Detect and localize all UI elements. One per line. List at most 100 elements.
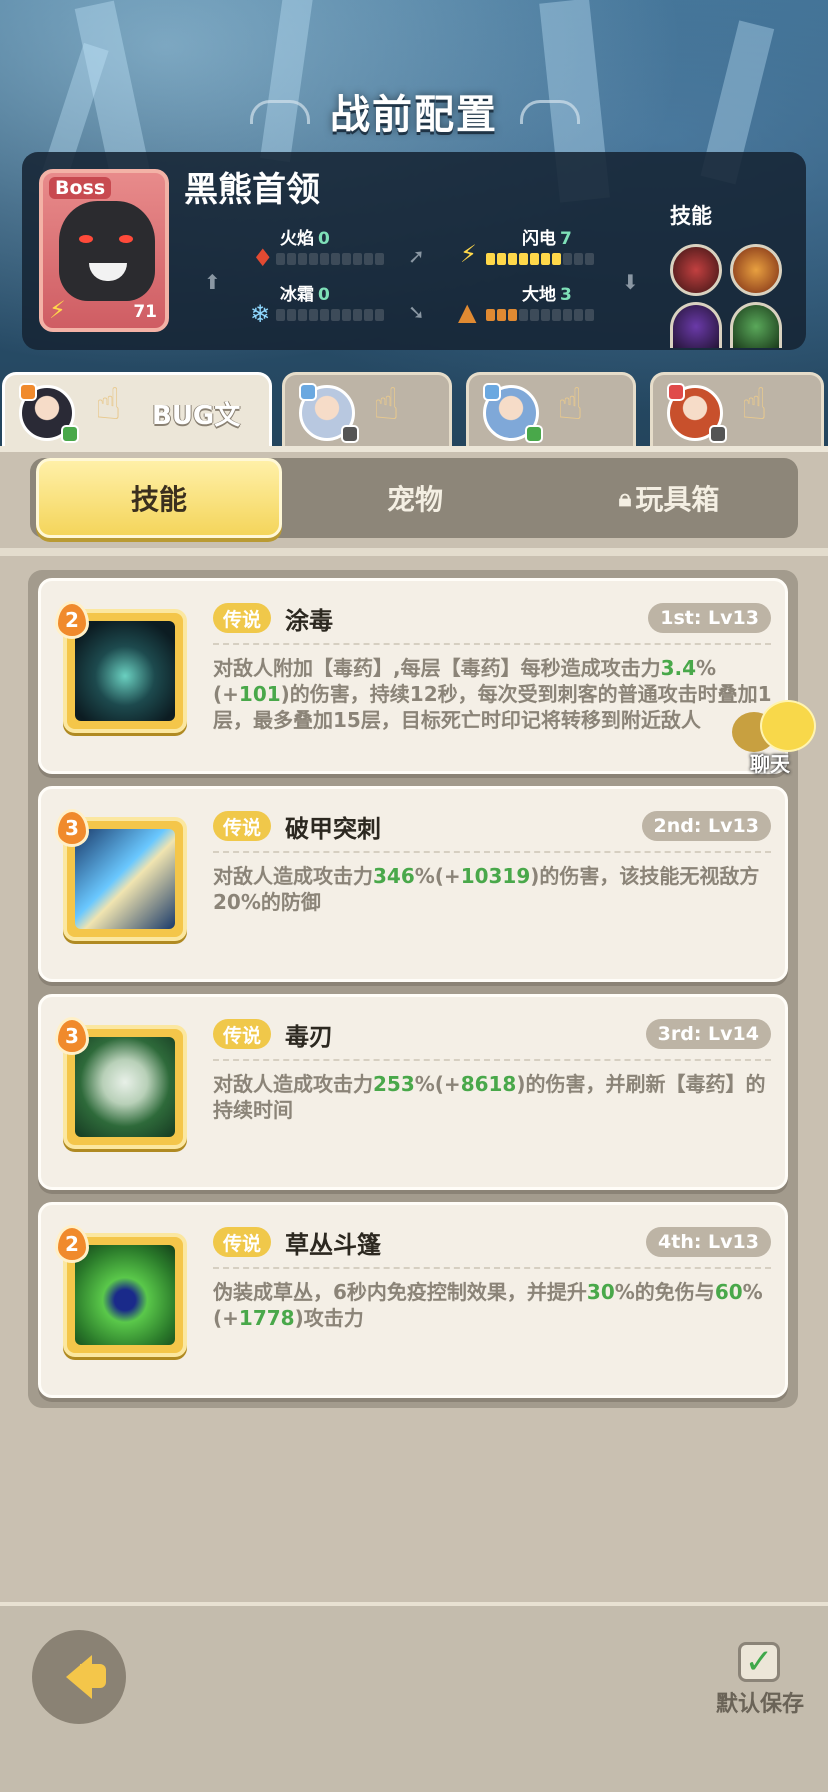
boss-skill-icon[interactable] (730, 302, 782, 348)
level-segment (486, 253, 495, 265)
lightning-label: 闪电 7 (522, 229, 572, 249)
divider (0, 548, 828, 556)
class-badge-icon (19, 383, 37, 401)
level-segment (342, 309, 351, 321)
fire-icon: ♦ (252, 244, 274, 272)
tab-pets[interactable]: 宠物 (292, 458, 538, 538)
level-segment (497, 309, 506, 321)
skill-slot-badge: 4th: Lv13 (646, 1227, 771, 1257)
level-segment (276, 309, 285, 321)
character-tab-2[interactable]: ☝ (282, 372, 452, 446)
armor-pierce-icon (75, 829, 175, 929)
status-badge-icon (709, 425, 727, 443)
boss-skill-icon[interactable] (730, 244, 782, 296)
tab-toybox[interactable]: 🔒︎ 玩具箱 (546, 458, 792, 538)
tap-hand-icon: ☝ (95, 379, 122, 430)
level-segment (364, 309, 373, 321)
level-segment (508, 309, 517, 321)
boss-info-panel: Boss ⚡ 71 黑熊首领 火焰 0 ♦ 闪电 7 ⚡ 冰霜 0 ❄ 大地 3 ▲ ➚… (22, 152, 806, 350)
skill-card[interactable]: 2 传说 涂毒 1st: Lv13 对敌人附加【毒药】,每层【毒药】每秒造成攻击… (38, 578, 788, 774)
boss-portrait-card[interactable]: Boss ⚡ 71 (39, 169, 169, 332)
skill-name: 破甲突刺 (285, 815, 381, 843)
rarity-badge: 传说 (213, 603, 272, 633)
level-segment (486, 309, 495, 321)
character-name: BUG文 (152, 401, 241, 431)
level-segment (353, 309, 362, 321)
rarity-badge: 传说 (213, 1019, 272, 1049)
level-segment (530, 253, 539, 265)
highlight-value: 3.4 (660, 656, 697, 680)
level-segment (585, 253, 594, 265)
skill-description: 对敌人附加【毒药】,每层【毒药】每秒造成攻击力3.4%(+101)的伤害，持续1… (213, 656, 772, 732)
frost-label: 冰霜 0 (280, 285, 330, 305)
skill-card[interactable]: 3 传说 毒刃 3rd: Lv14 对敌人造成攻击力253%(+8618)的伤害… (38, 994, 788, 1190)
status-badge-icon (341, 425, 359, 443)
boss-skill-icon[interactable] (670, 302, 722, 348)
character-tab-1[interactable]: ☝ BUG文 (2, 372, 272, 446)
skill-description: 伪装成草丛，6秒内免疫控制效果，并提升30%的免伤与60%(+1778)攻击力 (213, 1280, 763, 1330)
skill-card[interactable]: 3 传说 破甲突刺 2nd: Lv13 对敌人造成攻击力346%(+10319)… (38, 786, 788, 982)
level-segment (508, 253, 517, 265)
level-segment (574, 253, 583, 265)
poison-blade-skull-icon (75, 1037, 175, 1137)
default-save-label[interactable]: 默认保存 (716, 1686, 804, 1718)
level-segment (375, 309, 384, 321)
highlight-value: 1778 (238, 1306, 295, 1330)
rarity-badge: 传说 (213, 1227, 272, 1257)
earth-bar (486, 309, 594, 321)
back-button[interactable] (32, 1630, 126, 1724)
level-segment (287, 253, 296, 265)
skill-rank-badge: 3 (55, 1017, 89, 1055)
highlight-value: 10319 (460, 864, 531, 888)
checkmark-icon[interactable]: ✓ (738, 1642, 780, 1682)
skill-name: 涂毒 (285, 607, 333, 635)
frost-icon: ❄ (250, 300, 271, 328)
skill-rank-badge: 3 (55, 809, 89, 847)
highlight-value: 30 (586, 1280, 615, 1304)
skill-rank-badge: 2 (55, 601, 89, 639)
skill-name: 草丛斗篷 (285, 1231, 381, 1259)
level-segment (276, 253, 285, 265)
level-segment (563, 309, 572, 321)
character-tab-4[interactable]: ☝ (650, 372, 824, 446)
class-badge-icon (299, 383, 317, 401)
level-segment (298, 253, 307, 265)
skill-card[interactable]: 2 传说 草丛斗篷 4th: Lv13 伪装成草丛，6秒内免疫控制效果，并提升3… (38, 1202, 788, 1398)
earth-icon: ▲ (458, 298, 477, 326)
boss-tag: Boss (49, 177, 112, 199)
lightning-icon: ⚡ (49, 296, 66, 324)
frost-bar (276, 309, 384, 321)
level-segment (585, 309, 594, 321)
boss-level: 71 (133, 302, 157, 322)
tab-toybox-label: 玩具箱 (635, 483, 720, 516)
level-segment (574, 309, 583, 321)
skill-description: 对敌人造成攻击力346%(+10319)的伤害，该技能无视敌方20%的防御 (213, 864, 760, 914)
skill-description: 对敌人造成攻击力253%(+8618)的伤害，并刷新【毒药】的持续时间 (213, 1072, 766, 1122)
status-badge-icon (525, 425, 543, 443)
level-segment (552, 253, 561, 265)
level-segment (331, 309, 340, 321)
fire-bar (276, 253, 384, 265)
tab-skills[interactable]: 技能 (36, 458, 282, 538)
tap-hand-icon: ☝ (741, 379, 768, 430)
level-segment (298, 309, 307, 321)
level-segment (375, 253, 384, 265)
level-segment (552, 309, 561, 321)
highlight-value: 60 (714, 1280, 743, 1304)
level-segment (287, 309, 296, 321)
poison-drop-icon (75, 621, 175, 721)
fire-label: 火焰 0 (280, 229, 330, 249)
highlight-value: 253 (373, 1072, 415, 1096)
skill-slot-badge: 3rd: Lv14 (645, 1019, 771, 1049)
level-segment (309, 253, 318, 265)
boss-skill-icon[interactable] (670, 244, 722, 296)
earth-label: 大地 3 (522, 285, 572, 305)
character-tab-3[interactable]: ☝ (466, 372, 636, 446)
grass-cloak-icon (75, 1245, 175, 1345)
chat-label: 聊天 (750, 752, 790, 776)
skill-slot-badge: 1st: Lv13 (648, 603, 771, 633)
level-segment (353, 253, 362, 265)
chat-button[interactable]: 聊天 (732, 700, 828, 780)
skill-slot-badge: 2nd: Lv13 (641, 811, 771, 841)
level-segment (364, 253, 373, 265)
